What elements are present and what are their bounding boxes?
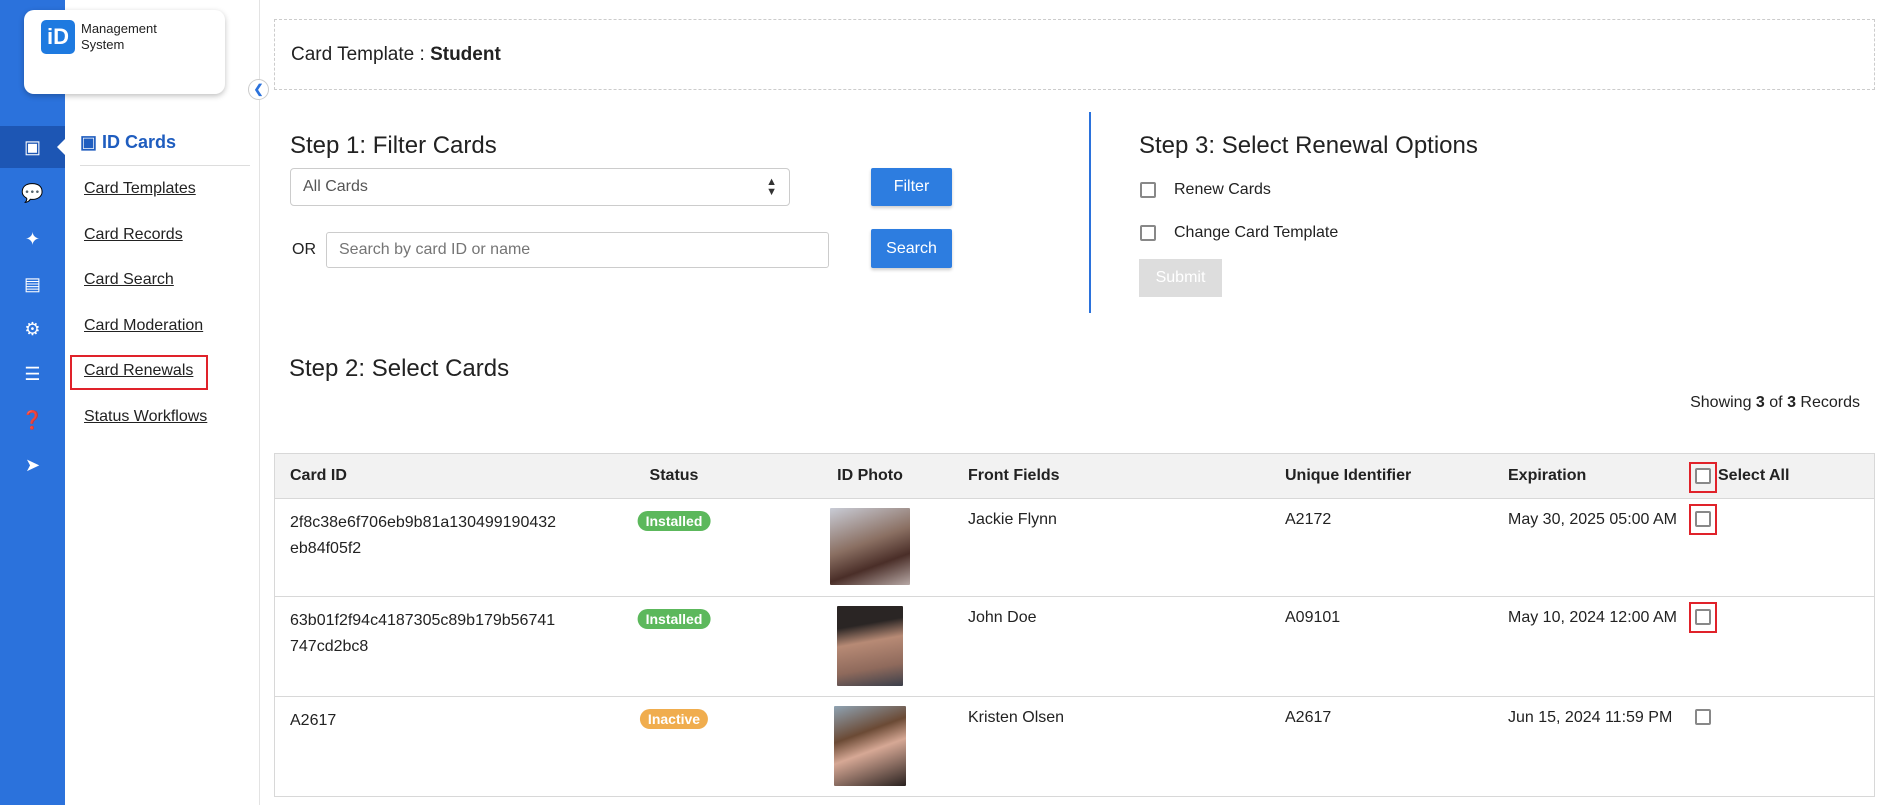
chat-icon[interactable]: 💬 — [0, 172, 65, 214]
filter-select[interactable]: All Cards ▲ ▼ — [290, 168, 790, 206]
status-badge: Inactive — [639, 709, 709, 729]
list-icon[interactable]: ☰ — [0, 353, 65, 395]
unique-identifier: A2172 — [1285, 511, 1332, 528]
col-expiration: Expiration — [1508, 467, 1587, 484]
expiration: Jun 15, 2024 11:59 PM — [1508, 709, 1673, 726]
row-select-checkbox[interactable] — [1695, 709, 1711, 725]
id-photo — [830, 508, 910, 585]
sidebar-item-card-moderation[interactable]: Card Moderation — [84, 317, 203, 335]
template-name: Student — [430, 44, 501, 65]
divider — [80, 165, 250, 166]
front-fields: John Doe — [968, 609, 1037, 626]
table-header: Card ID Status ID Photo Front Fields Uni… — [275, 454, 1874, 499]
id-photo — [837, 606, 903, 686]
or-label: OR — [292, 241, 316, 258]
col-unique-identifier: Unique Identifier — [1285, 467, 1412, 484]
expiration: May 10, 2024 12:00 AM — [1508, 609, 1677, 626]
step2-title: Step 2: Select Cards — [289, 355, 510, 382]
front-fields: Kristen Olsen — [968, 709, 1065, 726]
gear-icon[interactable]: ⚙ — [0, 308, 65, 350]
status-badge: Installed — [637, 511, 711, 531]
table-row: 63b01f2f94c4187305c89b179b56741 747cd2bc8… — [275, 597, 1874, 697]
search-input[interactable] — [326, 232, 829, 268]
step3-title: Step 3: Select Renewal Options — [1139, 132, 1478, 159]
logo-text: System — [81, 37, 125, 52]
plug-icon[interactable]: ✦ — [0, 218, 65, 260]
page-header: Card Template : Student — [274, 19, 1875, 90]
id-card-icon[interactable]: ▣ — [0, 126, 65, 168]
card-id-link[interactable]: 2f8c38e6f706eb9b81a130499190432 eb84f05f2 — [290, 510, 556, 562]
highlight-box — [1689, 504, 1717, 535]
sidebar-section-title: ▣ ID Cards — [80, 132, 177, 152]
sub-sidebar — [65, 0, 260, 805]
logout-icon[interactable]: ➤ — [0, 444, 65, 486]
filter-button[interactable]: Filter — [871, 168, 952, 206]
submit-button[interactable]: Submit — [1139, 259, 1222, 297]
search-button[interactable]: Search — [871, 229, 952, 268]
unique-identifier: A2617 — [1285, 709, 1332, 726]
id-photo — [834, 706, 906, 786]
col-card-id: Card ID — [290, 467, 347, 484]
highlight-box — [70, 355, 208, 390]
front-fields: Jackie Flynn — [968, 511, 1057, 528]
col-front-fields: Front Fields — [968, 467, 1060, 484]
sidebar-item-card-templates[interactable]: Card Templates — [84, 180, 196, 198]
logo-mark: iD — [41, 20, 75, 54]
divider — [1089, 112, 1091, 313]
icon-rail: ▣ 💬 ✦ ▤ ⚙ ☰ ❓ ➤ — [0, 0, 65, 805]
logo-text: Management — [81, 21, 157, 36]
renew-cards-label: Renew Cards — [1174, 181, 1271, 198]
logo[interactable]: iD Management System — [24, 10, 225, 94]
records-count: Showing 3 of 3 Records — [1690, 394, 1860, 411]
collapse-sidebar-button[interactable]: ❮ — [248, 79, 269, 100]
invoice-icon[interactable]: ▤ — [0, 263, 65, 305]
sidebar-item-card-records[interactable]: Card Records — [84, 226, 183, 244]
highlight-box — [1689, 462, 1717, 493]
highlight-box — [1689, 602, 1717, 633]
id-card-icon: ▣ — [80, 132, 103, 152]
table-row: A2617 Inactive Kristen Olsen A2617 Jun 1… — [275, 697, 1874, 797]
change-template-checkbox[interactable] — [1140, 225, 1156, 241]
expiration: May 30, 2025 05:00 AM — [1508, 511, 1677, 528]
step1-title: Step 1: Filter Cards — [290, 132, 497, 159]
card-id-link[interactable]: A2617 — [290, 708, 336, 734]
sidebar-item-card-search[interactable]: Card Search — [84, 271, 174, 289]
col-status: Status — [649, 467, 699, 484]
renew-cards-checkbox[interactable] — [1140, 182, 1156, 198]
card-id-link[interactable]: 63b01f2f94c4187305c89b179b56741 747cd2bc8 — [290, 608, 555, 660]
sidebar-item-status-workflows[interactable]: Status Workflows — [84, 408, 207, 426]
select-all-label: Select All — [1718, 467, 1790, 484]
table-row: 2f8c38e6f706eb9b81a130499190432 eb84f05f2… — [275, 499, 1874, 597]
unique-identifier: A09101 — [1285, 609, 1341, 626]
status-badge: Installed — [637, 609, 711, 629]
help-icon[interactable]: ❓ — [0, 399, 65, 441]
select-arrow-icon: ▲ ▼ — [766, 176, 777, 198]
cards-table: Card ID Status ID Photo Front Fields Uni… — [274, 453, 1875, 797]
col-id-photo: ID Photo — [837, 467, 903, 484]
change-template-label: Change Card Template — [1174, 224, 1339, 241]
